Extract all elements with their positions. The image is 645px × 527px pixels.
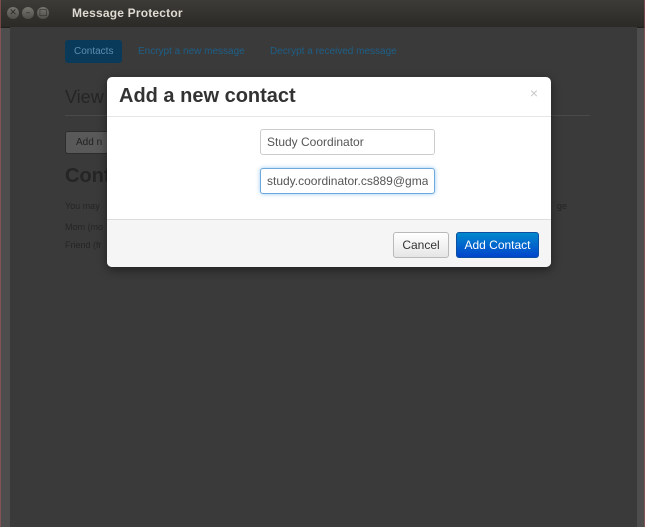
- dialog-header: Add a new contact ×: [107, 77, 551, 117]
- maximize-window-button[interactable]: □: [37, 7, 49, 19]
- title-bar: ✕ – □ Message Protector: [0, 0, 645, 28]
- window-title: Message Protector: [72, 6, 183, 20]
- add-contact-submit-button[interactable]: Add Contact: [456, 232, 539, 258]
- add-contact-button[interactable]: Add n: [65, 131, 114, 154]
- tab-contacts[interactable]: Contacts: [65, 40, 123, 63]
- tab-encrypt[interactable]: Encrypt a new message: [138, 46, 245, 57]
- close-window-button[interactable]: ✕: [7, 7, 19, 19]
- tab-decrypt[interactable]: Decrypt a received message: [270, 46, 397, 57]
- intro-text-tail: ge: [557, 201, 568, 211]
- cancel-button[interactable]: Cancel: [393, 232, 449, 258]
- window-edge-left: [0, 0, 1, 527]
- email-field[interactable]: [260, 168, 435, 194]
- intro-text: You may: [65, 201, 100, 211]
- contacts-heading: Cont: [65, 165, 111, 187]
- minimize-window-button[interactable]: –: [22, 7, 34, 19]
- add-contact-dialog: Add a new contact × Name: Email Address:…: [107, 77, 551, 267]
- close-icon[interactable]: ×: [530, 85, 538, 101]
- dialog-title: Add a new contact: [119, 85, 296, 107]
- name-field[interactable]: [260, 129, 435, 155]
- contact-item[interactable]: Mom (mo: [65, 222, 103, 232]
- contact-item[interactable]: Friend (fr: [65, 240, 102, 250]
- page-heading: View: [65, 87, 104, 107]
- dialog-footer: Cancel Add Contact: [107, 219, 551, 267]
